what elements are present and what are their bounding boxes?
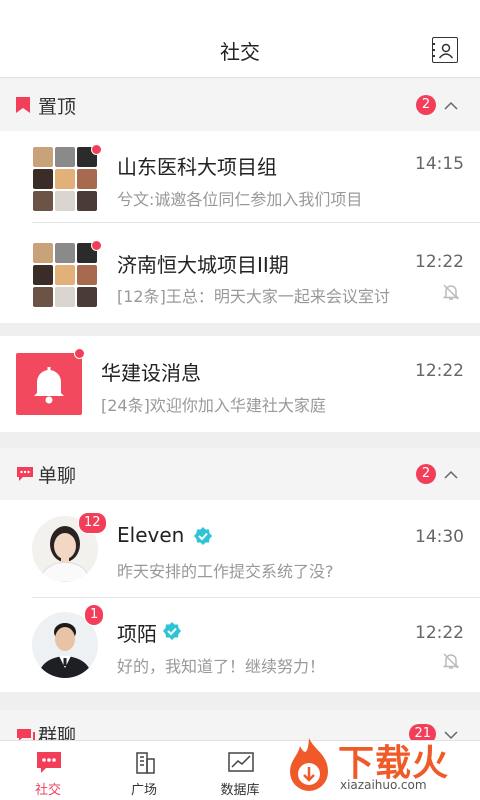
group-chat-icon xyxy=(17,729,35,740)
flame-logo-icon xyxy=(290,738,328,791)
conversation-preview: 兮文:诚邀各位同仁参加入我们项目 xyxy=(117,190,363,209)
bookmark-icon xyxy=(16,97,30,113)
direct-list: 12 Eleven 昨天安排的工作提交系统了没? 14:30 1 项陌 好的，我… xyxy=(0,500,480,692)
list-item[interactable]: 济南恒大城项目II期 [12条]王总：明天大家一起来会议室讨 12:22 xyxy=(0,227,480,319)
pinned-count-badge: 2 xyxy=(416,95,436,115)
conversation-time: 14:15 xyxy=(415,154,464,174)
watermark-logo: 下载火 xiazaihuo.com xyxy=(282,730,480,800)
contact-name: 项陌 xyxy=(117,622,157,646)
notification-bell-icon xyxy=(16,353,82,415)
message-preview: 好的，我知道了！继续努力！ xyxy=(117,657,326,676)
list-item[interactable]: 1 项陌 好的，我知道了！继续努力！ 12:22 xyxy=(0,598,480,692)
top-bar: 社交 xyxy=(0,0,480,78)
pinned-list: 山东医科大项目组 兮文:诚邀各位同仁参加入我们项目 14:15 济南恒大城项目I… xyxy=(0,131,480,323)
conversation-preview: [12条]王总：明天大家一起来会议室讨 xyxy=(117,287,390,306)
chevron-up-icon[interactable] xyxy=(444,468,458,482)
message-time: 12:22 xyxy=(415,623,464,643)
tab-label: 社交 xyxy=(34,783,61,798)
unread-count-badge: 1 xyxy=(84,604,105,626)
mute-bell-icon xyxy=(442,284,460,300)
message-time: 14:30 xyxy=(415,527,464,547)
tab-social[interactable]: 社交 xyxy=(0,741,96,800)
chevron-up-icon[interactable] xyxy=(444,99,458,113)
unread-count-badge: 12 xyxy=(78,512,107,534)
notice-preview: [24条]欢迎你加入华建社大家庭 xyxy=(101,396,326,415)
contact-name: Eleven xyxy=(117,523,185,547)
notice-name: 华建设消息 xyxy=(101,361,201,385)
chart-screen-icon xyxy=(228,752,254,772)
tab-label: 数据库 xyxy=(220,783,260,798)
pinned-section-header[interactable]: 置顶 2 xyxy=(0,79,480,131)
conversation-time: 12:22 xyxy=(415,252,464,272)
building-icon xyxy=(136,752,155,774)
unread-dot xyxy=(91,240,102,251)
message-preview: 昨天安排的工作提交系统了没? xyxy=(117,562,334,581)
direct-count-badge: 2 xyxy=(416,464,436,484)
contacts-icon[interactable] xyxy=(432,37,458,63)
watermark-url: xiazaihuo.com xyxy=(340,778,427,792)
group-section-title: 群聊 xyxy=(38,725,77,740)
chat-bubble-icon xyxy=(37,752,61,773)
list-item[interactable]: 12 Eleven 昨天安排的工作提交系统了没? 14:30 xyxy=(0,500,480,598)
mute-bell-icon xyxy=(442,653,460,669)
tab-square[interactable]: 广场 xyxy=(96,741,192,800)
conversation-name: 山东医科大项目组 xyxy=(117,155,277,179)
unread-dot xyxy=(74,348,85,359)
chat-bubble-icon xyxy=(17,467,33,481)
divider xyxy=(32,222,480,223)
page-title: 社交 xyxy=(220,40,260,64)
verified-badge-icon xyxy=(194,527,212,545)
direct-section-header[interactable]: 单聊 2 xyxy=(0,448,480,500)
tab-database[interactable]: 数据库 xyxy=(192,741,288,800)
group-avatar xyxy=(33,147,97,211)
direct-section-title: 单聊 xyxy=(38,465,77,487)
conversation-name: 济南恒大城项目II期 xyxy=(117,253,289,277)
unread-dot xyxy=(91,144,102,155)
verified-badge-icon xyxy=(163,622,181,640)
pinned-section-title: 置顶 xyxy=(38,96,77,118)
tab-label: 广场 xyxy=(130,783,157,798)
notice-time: 12:22 xyxy=(415,361,464,381)
group-avatar xyxy=(33,243,97,307)
list-item[interactable]: 山东医科大项目组 兮文:诚邀各位同仁参加入我们项目 14:15 xyxy=(0,131,480,223)
